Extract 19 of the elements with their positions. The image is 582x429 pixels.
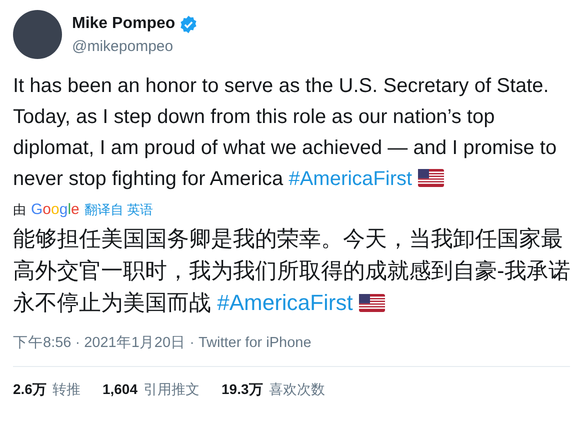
google-logo: Google: [31, 201, 80, 218]
stat-label[interactable]: 喜欢次数: [268, 381, 325, 399]
translated-by-label: 由: [13, 201, 26, 219]
stat-label[interactable]: 转推: [52, 381, 80, 399]
avatar[interactable]: [13, 10, 62, 59]
translated-text: 能够担任美国国务卿是我的荣幸。今天，当我卸任国家最高外交官一职时，我为我们所取得的成就感到自豪-我承诺永不停止为美国而战 #AmericaFirst: [13, 225, 572, 317]
author-name[interactable]: Mike Pompeo: [72, 15, 176, 33]
hashtag-link[interactable]: #AmericaFirst: [217, 290, 353, 315]
stat-label[interactable]: 引用推文: [144, 381, 200, 399]
stat-count[interactable]: 2.6万: [13, 381, 46, 399]
translation-link[interactable]: 翻译自 英语: [84, 201, 154, 219]
tweet-timestamp: 下午8:56 · 2021年1月20日 · Twitter for iPhone: [13, 333, 570, 367]
hashtag-link[interactable]: #AmericaFirst: [288, 168, 412, 190]
tweet-text: It has been an honor to serve as the U.S. Secretary of State. Today, as I step down from this role as our nation’s top diplomat, I am proud of what we achieved — and I promise to never stop fighting for America #AmericaFirst: [13, 74, 558, 192]
author-handle[interactable]: @mikepompeo: [72, 38, 198, 54]
stat-count[interactable]: 19.3万: [222, 381, 263, 399]
us-flag-icon: [358, 294, 385, 312]
us-flag-icon: [418, 169, 444, 187]
stat-count[interactable]: 1,604: [102, 381, 138, 399]
